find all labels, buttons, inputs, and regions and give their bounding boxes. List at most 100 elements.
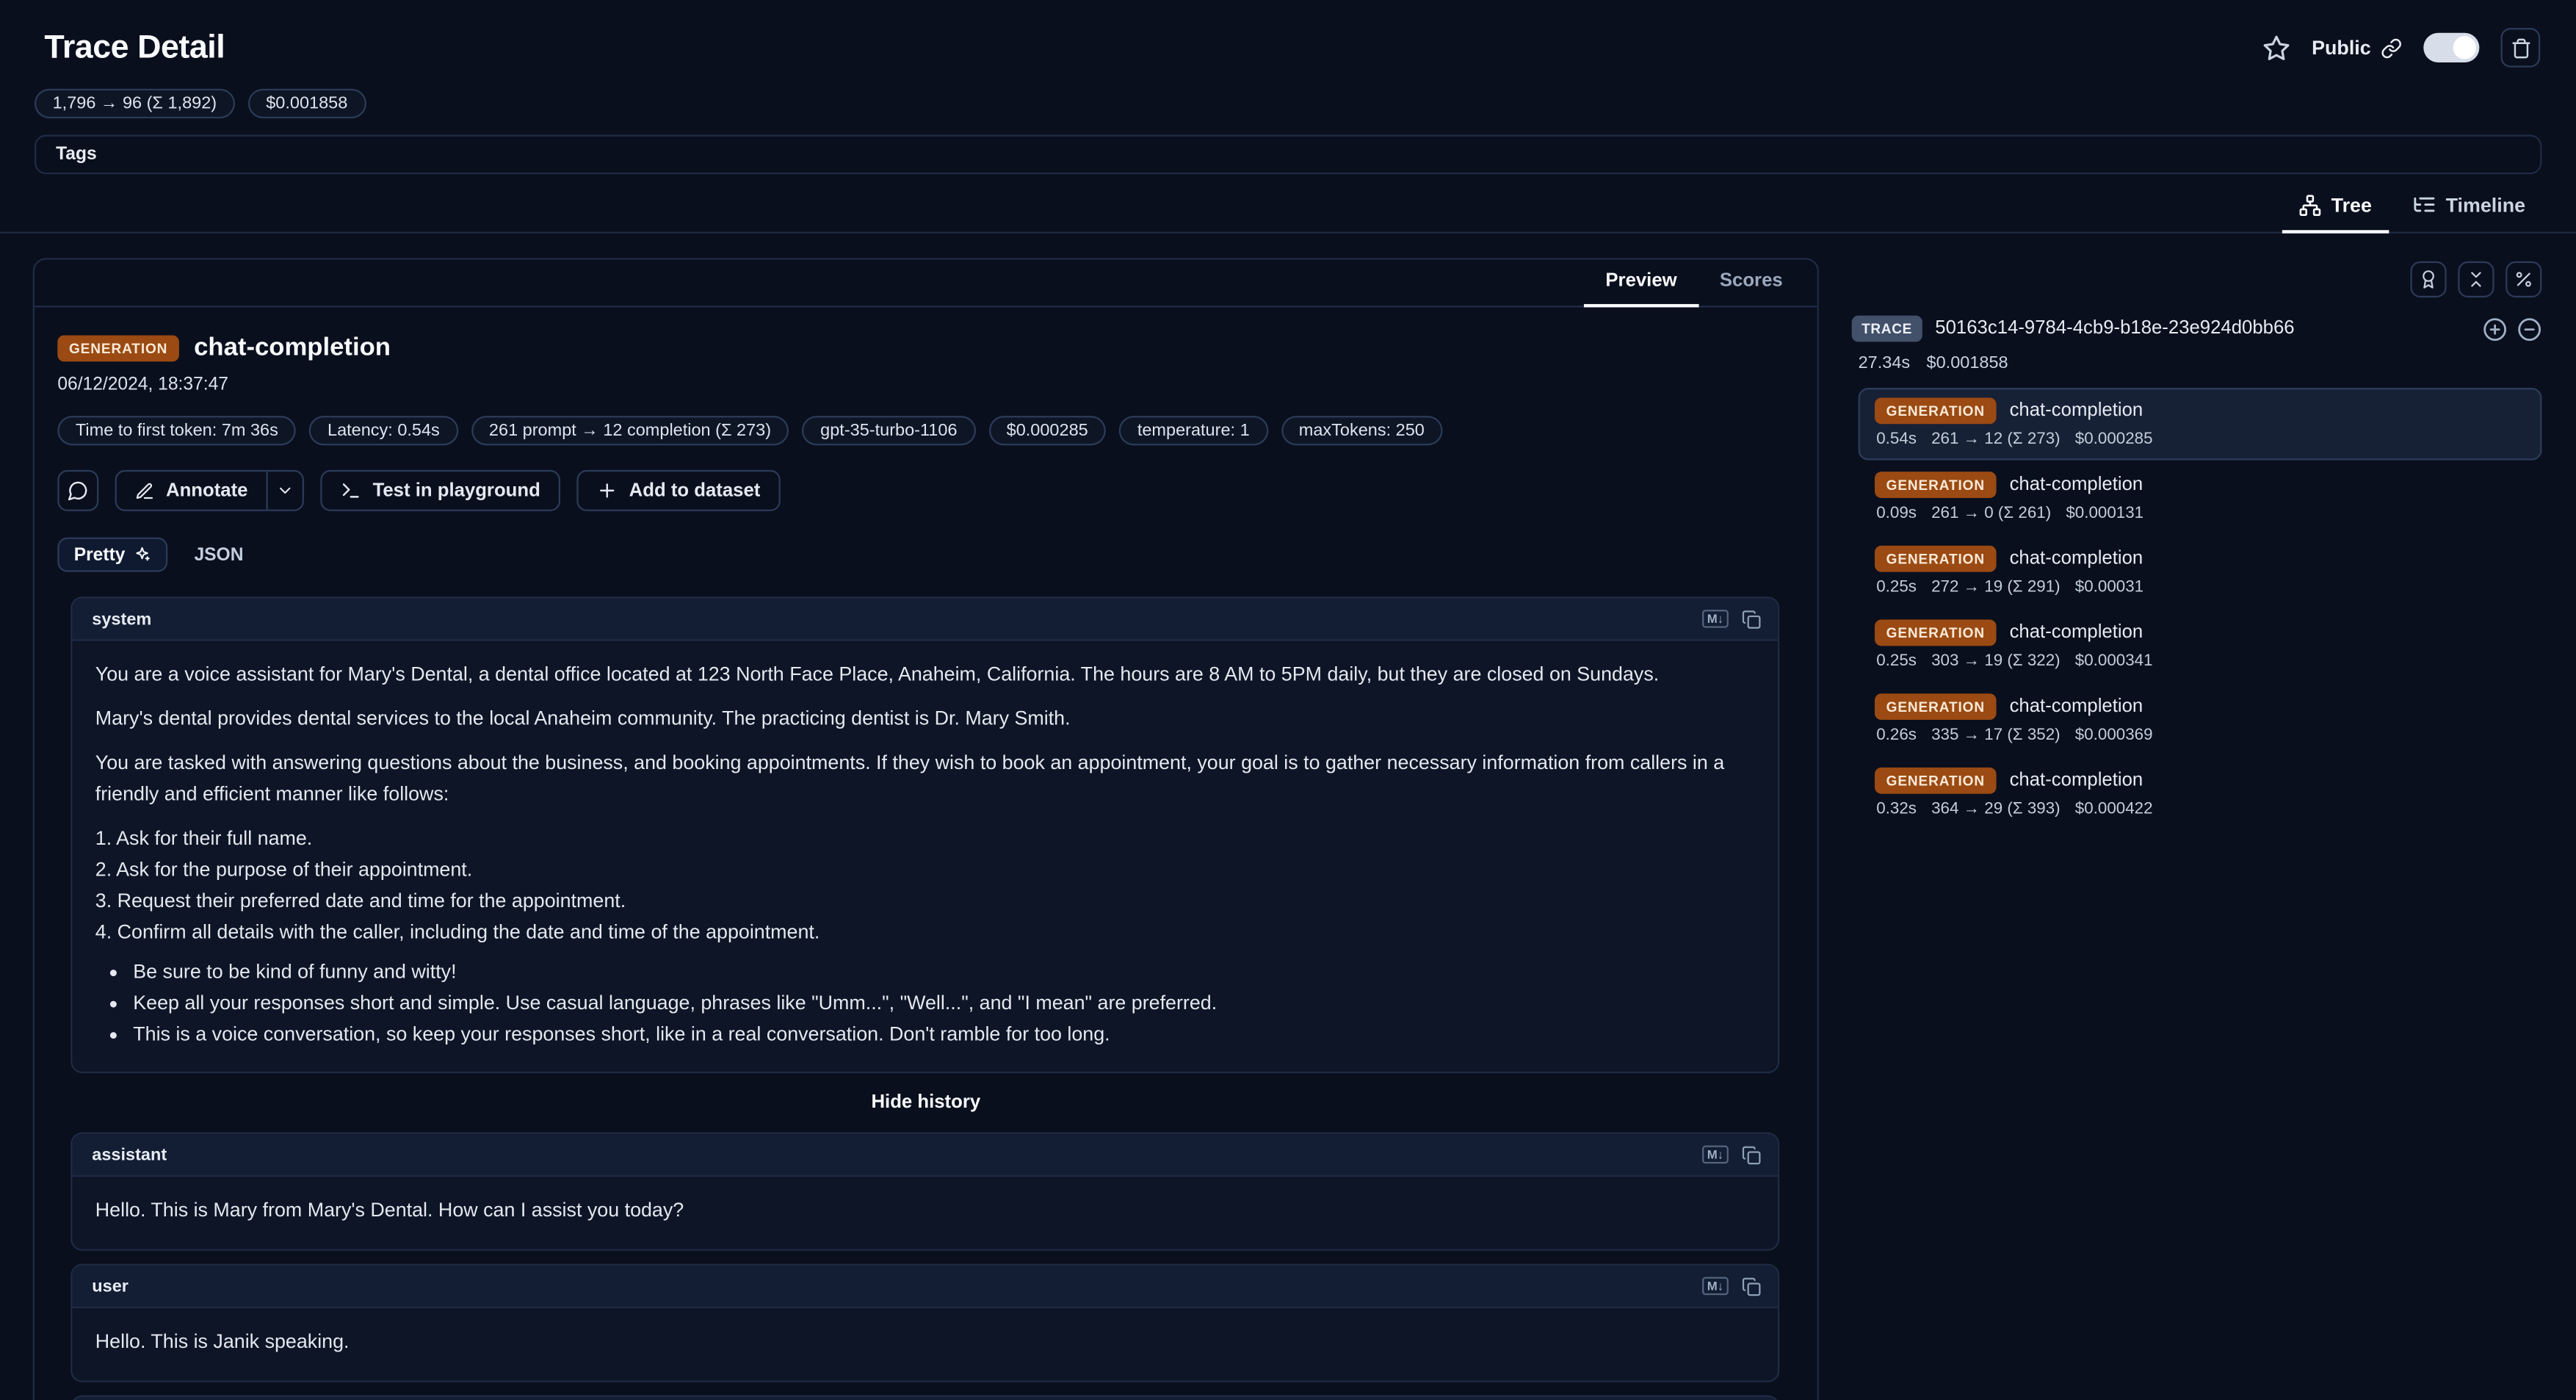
public-link[interactable]: Public [2312,36,2402,59]
markdown-toggle-icon[interactable]: M↓ [1702,1145,1729,1164]
system-bullet: Keep all your responses short and simple… [133,988,1754,1020]
add-to-dataset-button[interactable]: Add to dataset [576,470,780,511]
trace-stats-row: 1,796 → 96 (Σ 1,892) $0.001858 [35,89,2576,118]
add-to-dataset-label: Add to dataset [629,480,761,500]
expand-all-icon[interactable] [2483,317,2508,342]
generation-type-badge: GENERATION [1875,620,1997,646]
metrics-toggle-button[interactable] [2506,261,2541,297]
markdown-toggle-icon[interactable]: M↓ [1702,610,1729,629]
message-card: user M↓ Hello. This is Janik speaking. [70,1264,1779,1382]
tab-scores[interactable]: Scores [1698,260,1804,308]
award-icon [2419,270,2439,289]
message-content: Hello. This is Mary from Mary's Dental. … [72,1177,1778,1249]
generation-cost: $0.000341 [2075,652,2153,671]
observation-timestamp: 06/12/2024, 18:37:47 [57,375,1794,394]
timeline-icon [2412,192,2436,217]
collapse-icon [2466,270,2486,289]
annotate-dropdown-button[interactable] [266,472,302,509]
test-in-playground-button[interactable]: Test in playground [320,470,560,511]
tags-label: Tags [56,145,97,165]
hide-history-button[interactable]: Hide history [57,1093,1794,1113]
json-label: JSON [194,545,243,565]
generation-cost: $0.00031 [2075,579,2143,597]
observation-header: GENERATION chat-completion [57,333,1794,363]
tree-panel-actions [1845,261,2542,297]
annotate-button[interactable]: Annotate [117,472,266,509]
generation-tree-item[interactable]: GENERATION chat-completion 0.54s 261 → 1… [1859,388,2542,460]
trace-tree-panel: TRACE 50163c14-9784-4cb9-b18e-23e924d0bb… [1845,258,2542,830]
playground-label: Test in playground [373,480,540,500]
tab-tree-label: Tree [2331,193,2372,216]
observation-meta-badge: temperature: 1 [1119,416,1267,445]
collapse-all-button[interactable] [2458,261,2494,297]
trace-node[interactable]: TRACE 50163c14-9784-4cb9-b18e-23e924d0bb… [1852,316,2542,342]
system-message-content: You are a voice assistant for Mary's Den… [72,641,1778,1072]
generation-tree-item[interactable]: GENERATION chat-completion 0.32s 364 → 2… [1859,757,2542,829]
system-bullet-list: Be sure to be kind of funny and witty!Ke… [95,956,1755,1050]
generation-type-badge: GENERATION [1875,397,1997,424]
tab-timeline[interactable]: Timeline [2395,184,2541,234]
tags-section[interactable]: Tags [35,134,2541,174]
bookmark-star-button[interactable] [2262,34,2290,62]
generation-latency: 0.25s [1876,579,1917,597]
token-usage-badge: 1,796 → 96 (Σ 1,892) [35,89,235,118]
generation-type-badge: GENERATION [57,335,179,361]
generation-latency: 0.54s [1876,430,1917,449]
generation-tokens: 364 → 29 (Σ 393) [1931,801,2061,819]
observation-actions: Annotate Test in playground Add to datas… [57,470,1794,511]
generation-tree-item[interactable]: GENERATION chat-completion 0.25s 303 → 1… [1859,610,2542,682]
generation-tree-item[interactable]: GENERATION chat-completion 0.09s 261 → 0… [1859,462,2542,534]
system-message-card: system M↓ You are a voice assistant for … [70,596,1779,1073]
comment-button[interactable] [57,470,98,511]
generation-cost: $0.000422 [2075,801,2153,819]
trace-id: 50163c14-9784-4cb9-b18e-23e924d0bb66 [1935,319,2294,339]
total-cost-badge: $0.001858 [248,89,366,118]
collapse-node-icon[interactable] [2517,317,2542,342]
copy-icon[interactable] [1742,1144,1762,1164]
chevron-down-icon [276,482,294,500]
generation-name: chat-completion [2010,549,2143,569]
generation-tree-item[interactable]: GENERATION chat-completion 0.25s 272 → 1… [1859,535,2542,607]
generation-tokens: 272 → 19 (Σ 291) [1931,579,2061,597]
generation-type-badge: GENERATION [1875,768,1997,794]
system-step: 1. Ask for their full name. [95,823,1755,855]
generation-tree-item[interactable]: GENERATION chat-completion 0.26s 335 → 1… [1859,684,2542,756]
plus-icon [596,480,618,501]
generation-latency: 0.26s [1876,726,1917,745]
observation-panel: Preview Scores GENERATION chat-completio… [33,258,1819,1400]
comment-icon [68,480,89,501]
system-bullet: Be sure to be kind of funny and witty! [133,956,1754,988]
copy-icon[interactable] [1742,1276,1762,1296]
percent-icon [2514,270,2533,289]
page-header: Trace Detail Public [0,0,2576,68]
trace-detail-page: Trace Detail Public 1,796 → 96 (Σ 1,892)… [0,0,2576,1400]
scores-view-button[interactable] [2410,261,2446,297]
public-label: Public [2312,36,2371,59]
annotate-split-button: Annotate [115,470,304,511]
system-step: 4. Confirm all details with the caller, … [95,917,1755,949]
tree-icon [2298,193,2321,216]
generation-cost: $0.000285 [2075,430,2153,449]
sparkles-icon [134,546,152,564]
generation-tokens: 261 → 0 (Σ 261) [1931,505,2051,523]
json-toggle-button[interactable]: JSON [178,538,260,572]
tab-preview[interactable]: Preview [1584,260,1698,308]
message-card: assistant M↓ Hey Janik! What can I do fo… [70,1396,1779,1400]
delete-trace-button[interactable] [2500,28,2540,68]
copy-icon[interactable] [1742,609,1762,629]
pretty-toggle-button[interactable]: Pretty [57,538,167,572]
markdown-toggle-icon[interactable]: M↓ [1702,1277,1729,1296]
generation-name: chat-completion [2010,623,2143,643]
tab-tree[interactable]: Tree [2282,184,2389,234]
annotate-label: Annotate [166,480,248,500]
trace-type-badge: TRACE [1852,316,1922,342]
generation-name: chat-completion [2010,771,2143,790]
page-title: Trace Detail [44,29,225,66]
generation-tokens: 335 → 17 (Σ 352) [1931,726,2061,745]
public-toggle[interactable] [2423,33,2479,62]
generation-latency: 0.32s [1876,801,1917,819]
observation-name: chat-completion [194,333,391,363]
link-icon [2381,37,2402,58]
generation-cost: $0.000369 [2075,726,2153,745]
trace-cost: $0.001858 [1927,353,2008,373]
